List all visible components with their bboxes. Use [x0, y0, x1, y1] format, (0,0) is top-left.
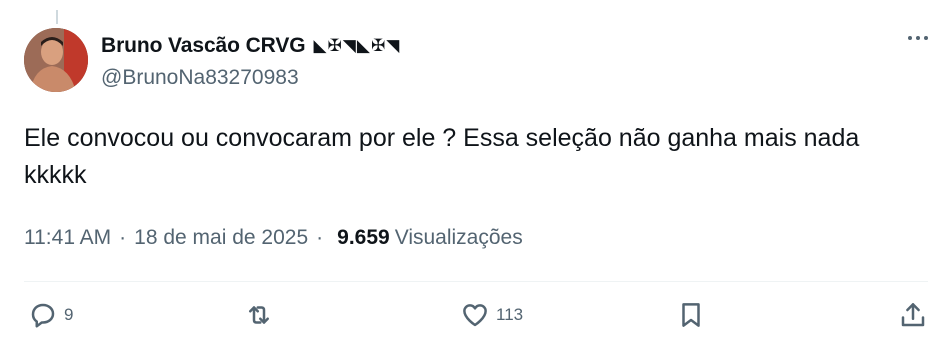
tweet-text: Ele convocou ou convocaram por ele ? Ess…: [24, 124, 860, 189]
avatar[interactable]: [24, 28, 88, 92]
author-name-row: Bruno Vascão CRVG ◣✠◥◣✠◥: [101, 34, 400, 58]
like-count: 113: [496, 305, 524, 324]
like-icon: [463, 304, 487, 327]
retweet-button[interactable]: [244, 300, 274, 330]
share-icon: [901, 303, 925, 327]
author-display-name[interactable]: Bruno Vascão CRVG: [101, 34, 306, 58]
author-name-emoji: ◣✠◥◣✠◥: [313, 36, 401, 55]
views-count: 9.659: [337, 226, 390, 249]
views-label: Visualizações: [394, 226, 523, 249]
bookmark-button[interactable]: [676, 300, 706, 330]
share-button[interactable]: [898, 300, 928, 330]
more-dot: [916, 36, 920, 40]
more-dot: [908, 36, 912, 40]
author-handle[interactable]: @BrunoNa83270983: [101, 66, 299, 90]
avatar-image: [24, 28, 88, 92]
reply-icon: [31, 303, 55, 328]
thread-connector-line: [56, 10, 58, 24]
retweet-icon: [249, 306, 269, 324]
action-bar: 9 113: [24, 300, 928, 340]
reply-button[interactable]: 9: [28, 300, 73, 330]
tweet-meta: 11:41 AM · 18 de mai de 2025 · 9.659 Vis…: [24, 226, 523, 250]
meta-separator: ·: [316, 226, 324, 249]
meta-separator: ·: [119, 226, 127, 249]
like-button[interactable]: 113: [460, 300, 523, 330]
more-icon[interactable]: [908, 36, 928, 40]
tweet-time[interactable]: 11:41 AM: [24, 226, 111, 250]
tweet-date[interactable]: 18 de mai de 2025: [134, 226, 308, 250]
reply-count: 9: [64, 305, 74, 324]
bookmark-icon: [682, 303, 700, 327]
more-dot: [924, 36, 928, 40]
divider: [24, 281, 928, 282]
